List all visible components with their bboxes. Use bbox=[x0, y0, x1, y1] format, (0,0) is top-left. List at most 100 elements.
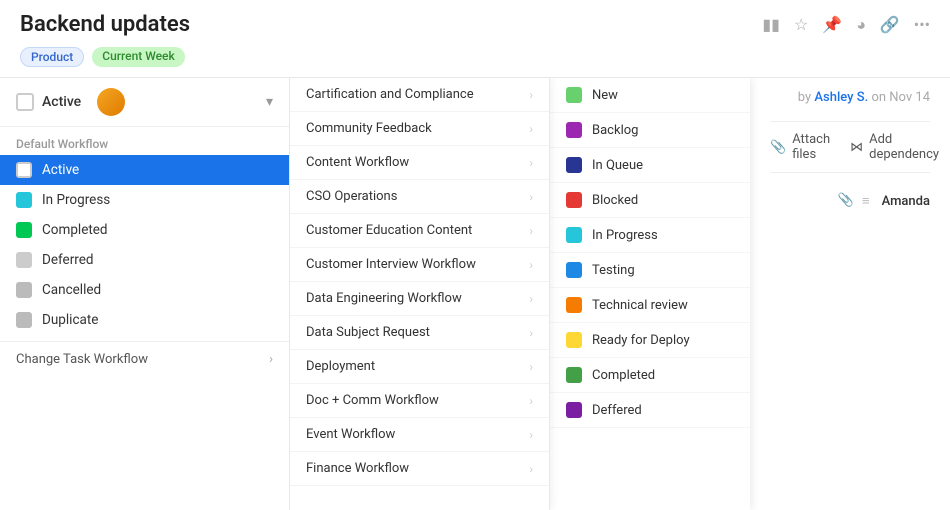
status-option-label: In Progress bbox=[592, 228, 658, 243]
page-title: Backend updates bbox=[20, 12, 190, 37]
tag-current-week[interactable]: Current Week bbox=[92, 47, 184, 67]
list-item[interactable]: Content Workflow › bbox=[290, 146, 549, 180]
workflow-label: Default Workflow bbox=[0, 127, 289, 155]
chevron-right-icon: › bbox=[529, 122, 533, 136]
dot-cancelled-icon bbox=[16, 282, 32, 298]
dot-completed-icon bbox=[16, 222, 32, 238]
status-label-active: Active bbox=[42, 162, 79, 178]
workflow-panel: Cartification and Compliance › Community… bbox=[290, 78, 550, 510]
dependency-icon: ⋈ bbox=[850, 140, 863, 155]
workflow-item-label: Data Subject Request bbox=[306, 325, 430, 340]
status-item-active[interactable]: Active bbox=[0, 155, 289, 185]
link-icon[interactable]: 🔗 bbox=[880, 15, 900, 34]
rss-icon[interactable]: ◕ bbox=[856, 15, 866, 35]
meta-by-text: by bbox=[798, 90, 811, 105]
list-item[interactable]: Data Engineering Workflow › bbox=[290, 282, 549, 316]
list-item[interactable]: Event Workflow › bbox=[290, 418, 549, 452]
list-item[interactable]: Finance Workflow › bbox=[290, 452, 549, 486]
chevron-right-icon: › bbox=[529, 462, 533, 476]
change-workflow-button[interactable]: Change Task Workflow › bbox=[0, 341, 289, 377]
more-icon[interactable]: ••• bbox=[914, 15, 930, 34]
workflow-item-label: Data Engineering Workflow bbox=[306, 291, 462, 306]
status-option-deffered[interactable]: Deffered bbox=[550, 393, 750, 428]
chevron-right-icon: › bbox=[529, 190, 533, 204]
dot-techreview-icon bbox=[566, 297, 582, 313]
status-item-completed[interactable]: Completed bbox=[0, 215, 289, 245]
chevron-right-icon: › bbox=[529, 156, 533, 170]
main-content: Active ▾ Default Workflow Active In Prog… bbox=[0, 78, 950, 510]
dot-inprogress-icon bbox=[16, 192, 32, 208]
status-option-testing[interactable]: Testing bbox=[550, 253, 750, 288]
status-option-blocked[interactable]: Blocked bbox=[550, 183, 750, 218]
list-item[interactable]: Cartification and Compliance › bbox=[290, 78, 549, 112]
list-item[interactable]: CSO Operations › bbox=[290, 180, 549, 214]
workflow-item-label: Customer Interview Workflow bbox=[306, 257, 476, 272]
status-option-label: Deffered bbox=[592, 403, 642, 418]
list-item[interactable]: Community Feedback › bbox=[290, 112, 549, 146]
chevron-right-icon: › bbox=[529, 258, 533, 272]
dot-testing-icon bbox=[566, 262, 582, 278]
attach-files-button[interactable]: 📎 Attach files bbox=[770, 132, 830, 162]
list-item[interactable]: Doc + Comm Workflow › bbox=[290, 384, 549, 418]
status-option-new[interactable]: New bbox=[550, 78, 750, 113]
dot-deffered-icon bbox=[566, 402, 582, 418]
status-option-label: New bbox=[592, 88, 618, 103]
task-meta: by Ashley S. on Nov 14 bbox=[770, 90, 930, 105]
attachment-icon[interactable]: 📎 bbox=[838, 193, 854, 209]
chevron-right-icon: › bbox=[529, 360, 533, 374]
selected-status-label: Active bbox=[42, 94, 81, 110]
assignee-row: 📎 ≡ Amanda bbox=[770, 193, 930, 209]
chevron-right-icon: › bbox=[529, 292, 533, 306]
status-option-label: Backlog bbox=[592, 123, 638, 138]
star-icon[interactable]: ☆ bbox=[794, 15, 808, 34]
list-item[interactable]: Data Subject Request › bbox=[290, 316, 549, 350]
list-item[interactable]: Customer Education Content › bbox=[290, 214, 549, 248]
status-option-backlog[interactable]: Backlog bbox=[550, 113, 750, 148]
chevron-right-icon: › bbox=[529, 88, 533, 102]
status-option-techreview[interactable]: Technical review bbox=[550, 288, 750, 323]
pin-icon[interactable]: 📌 bbox=[822, 15, 842, 34]
status-item-deferred[interactable]: Deferred bbox=[0, 245, 289, 275]
status-label-deferred: Deferred bbox=[42, 252, 94, 268]
workflow-item-label: Finance Workflow bbox=[306, 461, 409, 476]
meta-assignee-name[interactable]: Ashley S. bbox=[814, 90, 868, 105]
status-option-label: Technical review bbox=[592, 298, 688, 313]
chevron-right-icon: › bbox=[529, 428, 533, 442]
dot-duplicate-icon bbox=[16, 312, 32, 328]
status-option-inprogress[interactable]: In Progress bbox=[550, 218, 750, 253]
status-options-panel: New Backlog In Queue Blocked In Progress… bbox=[550, 78, 750, 510]
status-option-readydeploy[interactable]: Ready for Deploy bbox=[550, 323, 750, 358]
header: Backend updates ▮▮ ☆ 📌 ◕ 🔗 ••• Product C… bbox=[0, 0, 950, 78]
list-item[interactable]: Deployment › bbox=[290, 350, 549, 384]
status-option-completed[interactable]: Completed bbox=[550, 358, 750, 393]
dot-backlog-icon bbox=[566, 122, 582, 138]
status-dropdown[interactable]: Active ▾ bbox=[0, 78, 289, 127]
status-item-inprogress[interactable]: In Progress bbox=[0, 185, 289, 215]
list-item[interactable]: Customer Interview Workflow › bbox=[290, 248, 549, 282]
chevron-right-icon: › bbox=[529, 326, 533, 340]
workflow-item-label: CSO Operations bbox=[306, 189, 397, 204]
workflow-item-label: Deployment bbox=[306, 359, 375, 374]
right-content: by Ashley S. on Nov 14 📎 Attach files ⋈ … bbox=[750, 78, 950, 510]
workflow-item-label: Community Feedback bbox=[306, 121, 432, 136]
attach-files-label: Attach files bbox=[792, 132, 830, 162]
add-dependency-button[interactable]: ⋈ Add dependency 18 bbox=[850, 132, 950, 162]
add-dependency-label: Add dependency bbox=[869, 132, 939, 162]
status-option-inqueue[interactable]: In Queue bbox=[550, 148, 750, 183]
status-item-duplicate[interactable]: Duplicate bbox=[0, 305, 289, 335]
dot-deferred-icon bbox=[16, 252, 32, 268]
dot-blocked-icon bbox=[566, 192, 582, 208]
dot-inqueue-icon bbox=[566, 157, 582, 173]
list-icon[interactable]: ≡ bbox=[862, 193, 870, 209]
tag-product[interactable]: Product bbox=[20, 47, 84, 67]
chevron-right-icon: › bbox=[529, 224, 533, 238]
status-item-cancelled[interactable]: Cancelled bbox=[0, 275, 289, 305]
calendar-icon[interactable]: ▮▮ bbox=[762, 15, 780, 34]
paperclip-icon: 📎 bbox=[770, 140, 786, 155]
status-panel: Active ▾ Default Workflow Active In Prog… bbox=[0, 78, 290, 510]
workflow-item-label: Doc + Comm Workflow bbox=[306, 393, 439, 408]
meta-date: on Nov 14 bbox=[871, 90, 930, 105]
status-list: Active In Progress Completed Deferred Ca… bbox=[0, 155, 289, 335]
status-option-label: Blocked bbox=[592, 193, 638, 208]
change-workflow-label: Change Task Workflow bbox=[16, 352, 148, 367]
